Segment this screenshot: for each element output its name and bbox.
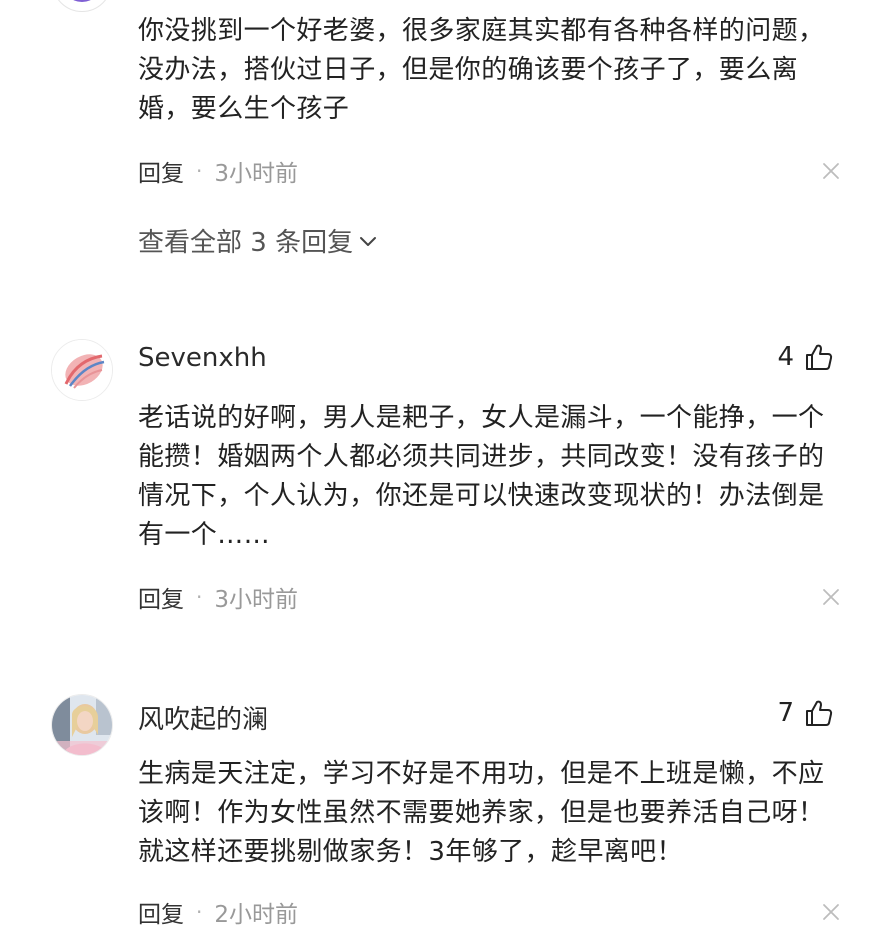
avatar[interactable] — [51, 339, 113, 401]
like-count: 7 — [777, 698, 794, 728]
close-icon[interactable] — [820, 901, 842, 923]
thumbs-up-icon — [806, 700, 833, 726]
separator-dot: · — [196, 900, 203, 924]
view-all-replies-label: 查看全部 3 条回复 — [138, 228, 354, 258]
comment-meta: 回复 · 3小时前 — [138, 580, 838, 614]
comment-meta: 回复 · 2小时前 — [138, 895, 838, 929]
avatar-image — [52, 695, 112, 755]
comment-text: 你没挑到一个好老婆，很多家庭其实都有各种各样的问题，没办法，搭伙过日子，但是你的… — [138, 16, 825, 124]
comment-text: 生病是天注定，学习不好是不用功，但是不上班是懒，不应该啊！作为女性虽然不需要她养… — [138, 759, 825, 867]
comment-time: 3小时前 — [214, 587, 298, 613]
avatar[interactable] — [51, 694, 113, 756]
avatar-image — [62, 0, 102, 2]
reply-button[interactable]: 回复 — [138, 895, 184, 929]
separator-dot: · — [196, 159, 203, 183]
like-button[interactable]: 7 — [777, 698, 834, 728]
avatar[interactable] — [52, 0, 112, 12]
comment-meta: 回复 · 3小时前 — [138, 154, 838, 188]
comment-username[interactable]: 风吹起的澜 — [138, 699, 268, 736]
comment-time: 2小时前 — [214, 902, 298, 928]
avatar-image — [52, 340, 112, 400]
reply-button[interactable]: 回复 — [138, 154, 184, 188]
comments-page: 你没挑到一个好老婆，很多家庭其实都有各种各样的问题，没办法，搭伙过日子，但是你的… — [0, 0, 890, 936]
comment-text: 老话说的好啊，男人是耙子，女人是漏斗，一个能挣，一个能攒！婚姻两个人都必须共同进… — [138, 403, 825, 550]
separator-dot: · — [196, 585, 203, 609]
view-all-replies-link[interactable]: 查看全部 3 条回复 — [138, 222, 379, 259]
thumbs-up-icon — [806, 344, 833, 370]
close-icon[interactable] — [820, 160, 842, 182]
like-count: 4 — [777, 342, 794, 372]
close-icon[interactable] — [820, 586, 842, 608]
like-button[interactable]: 4 — [777, 342, 834, 372]
comment-time: 3小时前 — [214, 161, 298, 187]
reply-button[interactable]: 回复 — [138, 580, 184, 614]
chevron-down-icon — [360, 236, 377, 246]
comment-username[interactable]: Sevenxhh — [138, 343, 267, 373]
